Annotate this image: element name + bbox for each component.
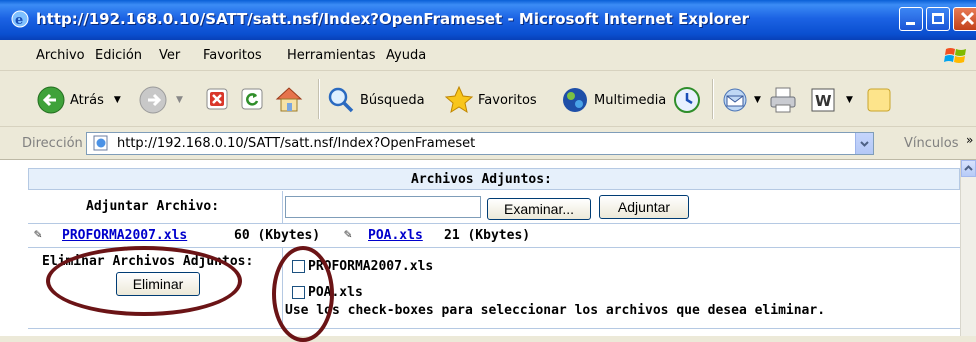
refresh-button[interactable]	[241, 88, 263, 110]
favorites-label: Favoritos	[478, 92, 537, 108]
address-bar: Dirección http://192.168.0.10/SATT/satt.…	[0, 127, 976, 160]
help-text: Use los check-boxes para seleccionar los…	[285, 303, 826, 318]
favorites-star-icon	[444, 85, 474, 114]
address-dropdown-button[interactable]	[855, 133, 873, 154]
mail-dropdown-icon[interactable]: ▼	[754, 95, 761, 105]
address-label: Dirección	[22, 136, 83, 151]
forward-arrow-icon	[139, 86, 167, 114]
cell-divider	[282, 191, 283, 223]
stop-button[interactable]	[206, 88, 228, 110]
checkbox-label-proforma: PROFORMA2007.xls	[308, 259, 434, 274]
attachments-form: Archivos Adjuntos: Adjuntar Archivo: Exa…	[28, 168, 960, 342]
print-button[interactable]	[768, 85, 798, 115]
vertical-scrollbar[interactable]	[960, 160, 976, 336]
file-link-poa[interactable]: POA.xls	[368, 228, 423, 243]
menu-bar: Archivo Edición Ver Favoritos Herramient…	[0, 40, 976, 71]
attach-button[interactable]: Adjuntar	[599, 195, 689, 219]
home-button[interactable]	[274, 85, 304, 113]
menu-herramientas[interactable]: Herramientas	[287, 48, 376, 63]
attach-row: Adjuntar Archivo: Examinar... Adjuntar	[28, 191, 960, 223]
checkbox-proforma[interactable]	[292, 260, 305, 273]
window-title: http://192.168.0.10/SATT/satt.nsf/Index?…	[36, 10, 750, 28]
edit-word-button[interactable]: W ▼	[810, 87, 853, 113]
back-dropdown-icon[interactable]: ▼	[114, 95, 121, 105]
toolbar-separator	[318, 79, 320, 119]
browse-button[interactable]: Examinar...	[487, 198, 591, 220]
stop-icon	[206, 88, 228, 110]
page-content: Archivos Adjuntos: Adjuntar Archivo: Exa…	[0, 160, 960, 342]
page-icon	[93, 135, 108, 151]
edit-dropdown-icon[interactable]: ▼	[846, 95, 853, 105]
file-link-proforma[interactable]: PROFORMA2007.xls	[62, 228, 187, 243]
back-button[interactable]: Atrás ▼	[36, 85, 121, 115]
row-divider	[28, 328, 960, 329]
minimize-button[interactable]	[899, 7, 923, 31]
delete-label: Eliminar Archivos Adjuntos:	[42, 254, 254, 269]
refresh-icon	[241, 88, 263, 110]
address-url: http://192.168.0.10/SATT/satt.nsf/Index?…	[117, 136, 476, 151]
menu-favoritos[interactable]: Favoritos	[203, 48, 262, 63]
file-size-proforma: 60 (Kbytes)	[234, 228, 321, 243]
favorites-button[interactable]: Favoritos	[444, 85, 537, 115]
media-icon	[563, 88, 587, 112]
forward-dropdown-icon[interactable]: ▼	[176, 95, 183, 105]
section-title: Archivos Adjuntos:	[411, 172, 552, 187]
chevron-up-icon	[964, 165, 973, 171]
links-label[interactable]: Vínculos	[904, 136, 958, 151]
chevron-down-icon	[860, 141, 869, 147]
forward-button[interactable]: ▼	[138, 85, 183, 115]
search-label: Búsqueda	[360, 92, 425, 108]
standard-toolbar: Atrás ▼ ▼ Búsqueda Favoritos Multimedia …	[0, 71, 976, 127]
scroll-up-button[interactable]	[961, 160, 976, 177]
back-label: Atrás	[70, 92, 104, 108]
history-icon	[674, 87, 700, 113]
search-button[interactable]: Búsqueda	[326, 85, 425, 115]
note-icon	[867, 88, 891, 112]
media-label: Multimedia	[594, 92, 667, 108]
close-button[interactable]	[953, 7, 976, 31]
links-chevron-icon[interactable]: »	[966, 133, 973, 147]
address-input[interactable]: http://192.168.0.10/SATT/satt.nsf/Index?…	[86, 132, 874, 155]
maximize-button[interactable]	[926, 7, 950, 31]
mail-icon	[723, 88, 747, 112]
section-header: Archivos Adjuntos:	[28, 168, 960, 190]
checkbox-poa[interactable]	[292, 286, 305, 299]
svg-text:W: W	[815, 92, 832, 110]
menu-edicion[interactable]: Edición	[95, 48, 142, 63]
checkbox-label-poa: POA.xls	[308, 285, 363, 300]
paperclip-icon: ✎	[34, 227, 42, 242]
title-bar[interactable]: e http://192.168.0.10/SATT/satt.nsf/Inde…	[0, 0, 976, 40]
close-icon	[960, 11, 975, 26]
history-button[interactable]	[672, 85, 702, 115]
file-size-poa: 21 (Kbytes)	[444, 228, 531, 243]
attach-label: Adjuntar Archivo:	[86, 199, 220, 214]
back-arrow-icon	[37, 86, 65, 114]
delete-button[interactable]: Eliminar	[116, 272, 200, 296]
windows-logo-icon	[944, 48, 966, 63]
home-icon	[275, 87, 303, 112]
mail-button[interactable]: ▼	[720, 85, 761, 115]
row-divider	[28, 223, 960, 224]
menu-ver[interactable]: Ver	[159, 48, 180, 63]
toolbar-separator	[712, 79, 714, 119]
cell-divider	[282, 248, 283, 328]
menu-ayuda[interactable]: Ayuda	[386, 48, 426, 63]
messenger-button[interactable]	[866, 87, 892, 113]
file-path-input[interactable]	[285, 196, 481, 218]
media-button[interactable]: Multimedia	[560, 85, 666, 115]
svg-text:e: e	[15, 13, 23, 28]
word-icon: W	[811, 88, 835, 112]
row-divider	[28, 247, 960, 248]
menu-archivo[interactable]: Archivo	[36, 48, 85, 63]
search-icon	[328, 87, 354, 113]
paperclip-icon: ✎	[344, 227, 352, 242]
ie-icon: e	[11, 10, 29, 28]
printer-icon	[770, 87, 796, 113]
